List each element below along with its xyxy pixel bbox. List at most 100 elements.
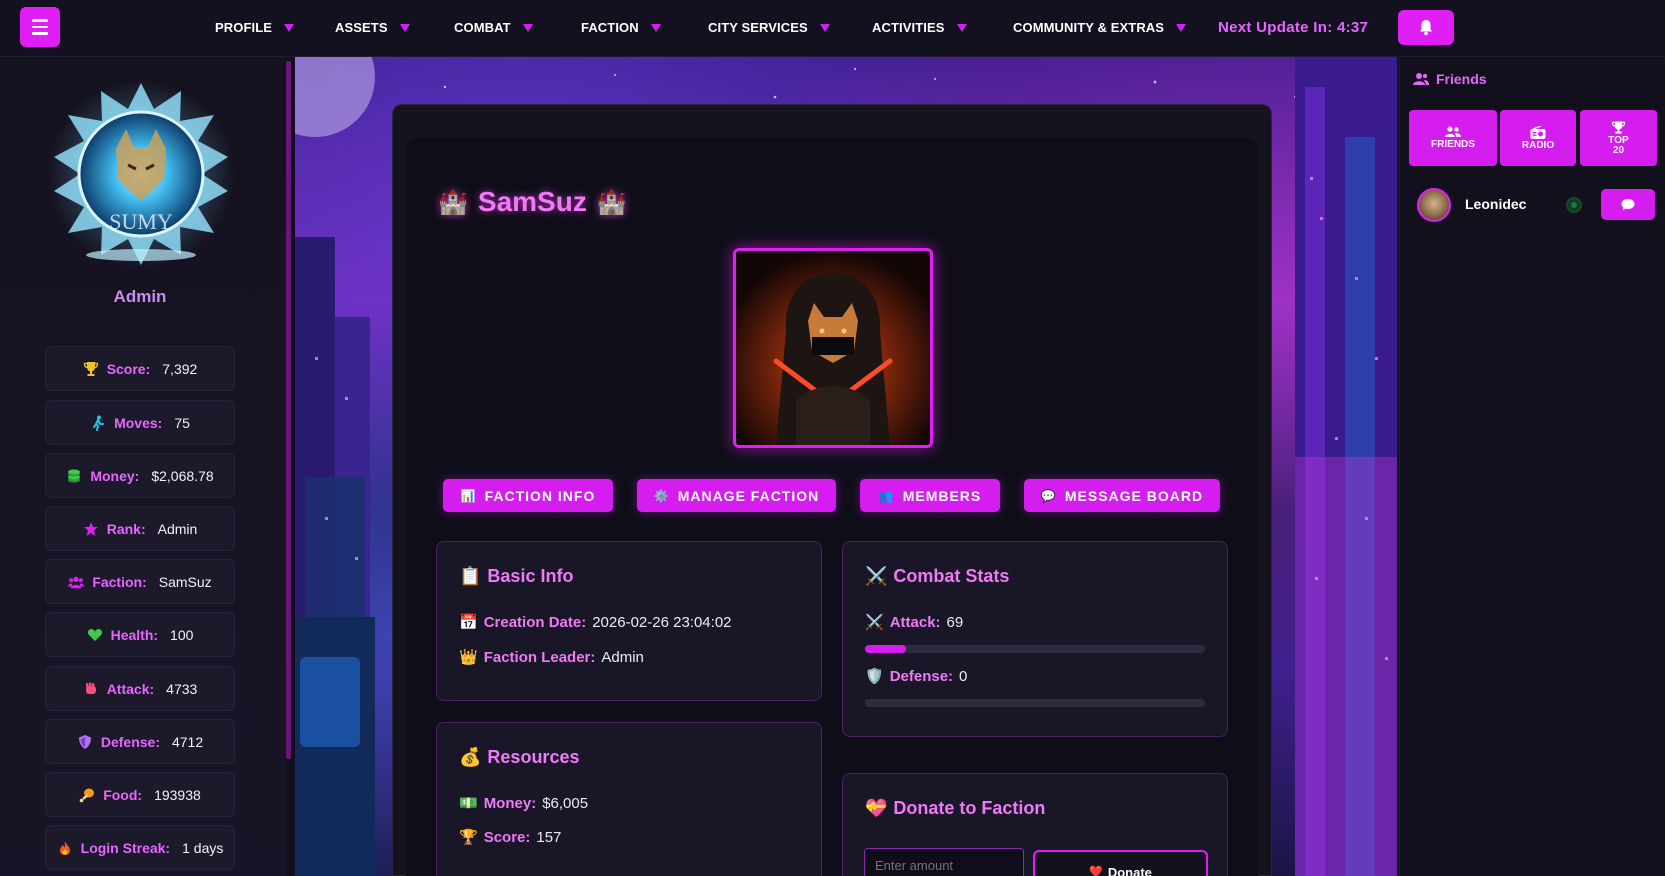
swords-icon: ⚔️ bbox=[865, 566, 888, 586]
defense-progress-bar bbox=[865, 699, 1205, 707]
faction-leader-row: 👑 Faction Leader: Admin bbox=[459, 648, 644, 667]
chevron-down-icon bbox=[284, 23, 295, 32]
walking-icon bbox=[90, 415, 106, 431]
stat-faction-value: SamSuz bbox=[158, 573, 212, 590]
members-icon: 👥 bbox=[878, 488, 895, 503]
stat-money-value: $2,068.78 bbox=[151, 467, 214, 484]
attack-progress-fill bbox=[865, 645, 906, 653]
nav-assets-label: ASSETS bbox=[335, 20, 388, 35]
stat-money-label: Money: bbox=[90, 467, 140, 484]
online-status-icon bbox=[1566, 197, 1582, 213]
resources-money-label: Money: bbox=[483, 794, 537, 812]
friend-list-item[interactable]: Leonidec bbox=[1413, 186, 1655, 222]
friends-button[interactable]: FRIENDS bbox=[1409, 110, 1497, 166]
basic-info-title-text: Basic Info bbox=[487, 566, 574, 586]
donate-button[interactable]: ❤️ Donate bbox=[1033, 850, 1208, 876]
friend-avatar[interactable] bbox=[1417, 188, 1451, 222]
stat-defense-label: Defense: bbox=[100, 733, 160, 750]
tab-message-board[interactable]: 💬 MESSAGE BOARD bbox=[1024, 479, 1220, 512]
chat-button[interactable] bbox=[1601, 189, 1655, 220]
stat-moves-label: Moves: bbox=[114, 414, 163, 431]
chevron-down-icon bbox=[956, 23, 967, 32]
radio-icon bbox=[1530, 125, 1546, 139]
stat-health: Health: 100 bbox=[45, 612, 235, 657]
stat-attack: Attack: 4733 bbox=[45, 666, 235, 711]
admin-emblem: SUMY bbox=[46, 79, 236, 269]
sidebar-scrollbar[interactable] bbox=[286, 61, 291, 759]
crown-icon: 👑 bbox=[459, 649, 478, 666]
chevron-down-icon bbox=[819, 23, 830, 32]
notifications-button[interactable] bbox=[1398, 10, 1454, 45]
nav-community-extras[interactable]: COMMUNITY & EXTRAS bbox=[1013, 0, 1187, 55]
users-icon bbox=[1413, 73, 1429, 85]
heart-icon: ❤️ bbox=[1089, 866, 1103, 876]
banknote-icon: 💵 bbox=[459, 795, 478, 812]
friend-name[interactable]: Leonidec bbox=[1465, 196, 1526, 212]
top20-button[interactable]: TOP 20 bbox=[1580, 110, 1657, 166]
creation-date-label: Creation Date: bbox=[483, 613, 587, 631]
tab-manage-faction[interactable]: ⚙️ MANAGE FACTION bbox=[637, 479, 836, 512]
tab-faction-info[interactable]: 📊 FACTION INFO bbox=[443, 479, 613, 512]
defense-row: 🛡️ Defense: 0 bbox=[865, 667, 967, 686]
stat-score: Score: 7,392 bbox=[45, 346, 235, 391]
message-icon: 💬 bbox=[1040, 488, 1057, 503]
shield-icon: 🛡️ bbox=[865, 668, 884, 685]
top-navbar: PROFILE ASSETS COMBAT FACTION CITY SERVI… bbox=[0, 0, 1665, 57]
combat-stats-card: ⚔️ Combat Stats ⚔️ Attack: 69 🛡️ Defense… bbox=[842, 541, 1228, 737]
stat-rank-label: Rank: bbox=[106, 520, 146, 537]
resources-title-text: Resources bbox=[487, 747, 580, 767]
stat-login-streak: Login Streak: 1 days bbox=[45, 825, 235, 870]
users-icon bbox=[1445, 126, 1461, 137]
basic-info-title: 📋 Basic Info bbox=[459, 566, 573, 587]
resources-money-value: $6,005 bbox=[542, 794, 589, 812]
tab-faction-info-label: FACTION INFO bbox=[484, 487, 596, 504]
stat-food: Food: 193938 bbox=[45, 772, 235, 817]
nav-profile-label: PROFILE bbox=[215, 20, 273, 35]
donate-title-text: Donate to Faction bbox=[893, 798, 1046, 818]
faction-title: 🏰 SamSuz 🏰 bbox=[438, 182, 627, 222]
bell-icon bbox=[1420, 20, 1432, 36]
chevron-down-icon bbox=[1176, 23, 1187, 32]
nav-faction-label: FACTION bbox=[581, 20, 639, 35]
hamburger-icon[interactable] bbox=[20, 7, 60, 47]
nav-combat-label: COMBAT bbox=[454, 20, 511, 35]
nav-activities[interactable]: ACTIVITIES bbox=[872, 0, 967, 55]
nav-profile[interactable]: PROFILE bbox=[215, 0, 295, 55]
friends-header: Friends bbox=[1413, 68, 1487, 90]
tab-members[interactable]: 👥 MEMBERS bbox=[860, 479, 1000, 512]
nav-community-label: COMMUNITY & EXTRAS bbox=[1013, 20, 1165, 35]
nav-combat[interactable]: COMBAT bbox=[454, 0, 533, 55]
stat-login-streak-label: Login Streak: bbox=[80, 839, 171, 856]
nav-city-services[interactable]: CITY SERVICES bbox=[708, 0, 830, 55]
stat-faction-label: Faction: bbox=[92, 573, 147, 590]
faction-avatar bbox=[733, 248, 933, 448]
friends-button-label: FRIENDS bbox=[1431, 139, 1475, 150]
trophy-icon bbox=[1611, 120, 1626, 134]
stat-moves: Moves: 75 bbox=[45, 400, 235, 445]
nav-assets[interactable]: ASSETS bbox=[335, 0, 410, 55]
chat-icon bbox=[1621, 199, 1635, 211]
radio-button-label: RADIO bbox=[1521, 139, 1555, 151]
nav-city-services-label: CITY SERVICES bbox=[708, 20, 808, 35]
update-timer: Next Update In: 4:37 bbox=[1218, 19, 1369, 36]
top20-button-label: TOP 20 bbox=[1608, 134, 1629, 156]
stat-score-value: 7,392 bbox=[162, 360, 198, 377]
calendar-icon: 📅 bbox=[459, 614, 478, 631]
radio-button[interactable]: RADIO bbox=[1500, 110, 1576, 166]
donate-amount-input[interactable] bbox=[864, 848, 1024, 876]
resources-card: 💰 Resources 💵 Money: $6,005 🏆 Score: 157 bbox=[436, 722, 822, 876]
clipboard-icon: 📋 bbox=[459, 566, 482, 586]
right-panel bbox=[1399, 57, 1665, 876]
friends-header-label: Friends bbox=[1436, 71, 1487, 87]
tab-members-label: MEMBERS bbox=[902, 487, 982, 504]
star-icon bbox=[83, 521, 99, 537]
fire-icon bbox=[57, 840, 73, 856]
stat-attack-label: Attack: bbox=[106, 680, 155, 697]
chart-icon: 📊 bbox=[460, 488, 477, 503]
chevron-down-icon bbox=[650, 23, 661, 32]
resources-score-label: Score: bbox=[483, 828, 531, 846]
creation-date-value: 2026-02-26 23:04:02 bbox=[592, 613, 732, 631]
shield-icon bbox=[77, 734, 93, 750]
stat-health-label: Health: bbox=[110, 626, 159, 643]
nav-faction[interactable]: FACTION bbox=[581, 0, 661, 55]
